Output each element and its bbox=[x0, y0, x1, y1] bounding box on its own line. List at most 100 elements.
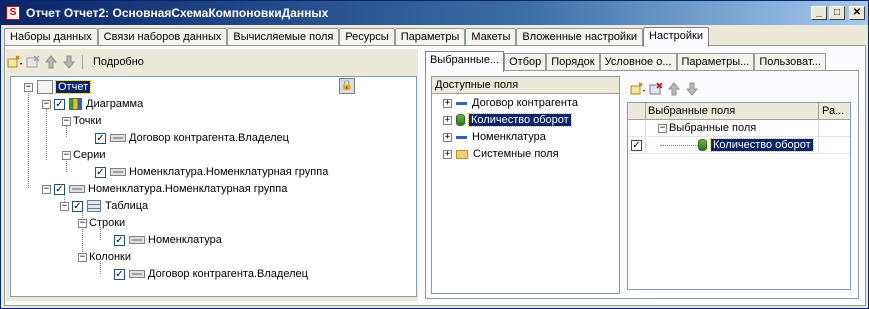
checkbox[interactable]: ✓ bbox=[114, 268, 125, 280]
checkbox[interactable]: ✓ bbox=[54, 98, 65, 110]
tree-node-chart[interactable]: − ✓ Диаграмма bbox=[42, 96, 143, 112]
available-item[interactable]: + Номенклатура bbox=[443, 129, 546, 145]
tree-node-grouping[interactable]: − ✓ Номенклатура.Номенклатурная группа bbox=[42, 181, 287, 197]
tab-parameters[interactable]: Параметры bbox=[394, 28, 466, 46]
report-settings-window: S Отчет Отчет2: ОсновнаяСхемаКомпоновкиД… bbox=[0, 0, 869, 309]
tree-line bbox=[46, 108, 47, 160]
checkbox[interactable]: ✓ bbox=[95, 166, 106, 178]
folder-icon bbox=[456, 149, 468, 159]
toolbar-separator bbox=[82, 55, 83, 69]
expand-toggle[interactable]: + bbox=[443, 149, 452, 159]
item-label: Количество оборот bbox=[468, 113, 572, 127]
tree-node-series[interactable]: − Серии bbox=[62, 147, 105, 163]
expand-toggle[interactable]: + bbox=[443, 98, 452, 108]
tab-settings[interactable]: Настройки bbox=[643, 27, 709, 47]
tree-line bbox=[28, 91, 29, 188]
tree-node-rows-field[interactable]: ✓ Номенклатура bbox=[111, 232, 222, 248]
tab-layouts[interactable]: Макеты bbox=[465, 28, 517, 46]
main-tab-strip: Наборы данных Связи наборов данных Вычис… bbox=[4, 27, 709, 47]
collapse-toggle[interactable]: − bbox=[78, 218, 87, 228]
tree-node-columns-field[interactable]: ✓ Договор контрагента.Владелец bbox=[111, 266, 308, 282]
add-icon[interactable] bbox=[6, 54, 24, 70]
field-icon bbox=[129, 236, 145, 244]
add-icon[interactable] bbox=[629, 81, 647, 97]
tree-node-columns[interactable]: − Колонки bbox=[78, 249, 131, 265]
checkbox[interactable]: ✓ bbox=[114, 234, 125, 246]
grid-field-cell[interactable]: − Выбранные поля bbox=[646, 119, 819, 137]
grid-field-label: Количество оборот bbox=[710, 138, 814, 152]
grid-check-cell[interactable]: ✓ bbox=[628, 136, 646, 154]
structure-toolbar: Подробно bbox=[6, 53, 144, 71]
resource-icon bbox=[698, 139, 707, 151]
tab-resources[interactable]: Ресурсы bbox=[339, 28, 395, 46]
checkbox[interactable]: ✓ bbox=[54, 183, 65, 195]
tab-order[interactable]: Порядок bbox=[546, 53, 600, 71]
tab-user-settings[interactable]: Пользоват... bbox=[754, 53, 826, 71]
detail-toggle[interactable]: Подробно bbox=[93, 56, 144, 68]
structure-tree[interactable]: − Отчет − ✓ Диаграмма − Точки ✓ Договор … bbox=[10, 76, 417, 297]
tab-nested-settings[interactable]: Вложенные настройки bbox=[516, 28, 644, 46]
lock-icon[interactable]: 🔒 bbox=[339, 78, 355, 94]
window-title: Отчет Отчет2: ОсновнаяСхемаКомпоновкиДан… bbox=[26, 6, 329, 20]
checkbox[interactable]: ✓ bbox=[72, 200, 83, 212]
move-up-icon[interactable] bbox=[665, 81, 683, 97]
checkbox[interactable]: ✓ bbox=[631, 139, 642, 151]
tree-label: Колонки bbox=[89, 251, 131, 263]
tree-node-points[interactable]: − Точки bbox=[62, 113, 101, 129]
move-down-icon[interactable] bbox=[683, 81, 701, 97]
tree-node-points-field[interactable]: ✓ Договор контрагента.Владелец bbox=[92, 130, 289, 146]
delete-icon[interactable] bbox=[647, 81, 665, 97]
app-icon[interactable]: S bbox=[6, 6, 20, 20]
collapse-toggle[interactable]: − bbox=[78, 252, 87, 262]
tab-filter[interactable]: Отбор bbox=[504, 53, 547, 71]
grid-layout-cell[interactable] bbox=[819, 137, 850, 154]
move-down-icon[interactable] bbox=[60, 54, 78, 70]
field-dash-icon bbox=[456, 101, 467, 105]
report-icon bbox=[37, 80, 53, 94]
checkbox[interactable]: ✓ bbox=[95, 132, 106, 144]
tree-node-series-field[interactable]: ✓ Номенклатура.Номенклатурная группа bbox=[92, 164, 328, 180]
move-up-icon[interactable] bbox=[42, 54, 60, 70]
table-icon bbox=[87, 200, 101, 212]
tree-node-rows[interactable]: − Строки bbox=[78, 215, 125, 231]
collapse-toggle[interactable]: − bbox=[62, 116, 71, 126]
tree-node-report[interactable]: − Отчет bbox=[24, 79, 92, 95]
grid-header-check bbox=[628, 103, 646, 119]
tree-node-table[interactable]: − ✓ Таблица bbox=[60, 198, 148, 214]
tab-conditional-appearance[interactable]: Условное о... bbox=[599, 53, 677, 71]
collapse-toggle[interactable]: − bbox=[60, 201, 69, 211]
maximize-button[interactable]: □ bbox=[829, 6, 845, 20]
grid-field-cell[interactable]: Количество оборот bbox=[646, 136, 819, 154]
delete-icon[interactable] bbox=[24, 54, 42, 70]
expand-toggle[interactable]: + bbox=[443, 115, 452, 125]
item-label: Договор контрагента bbox=[472, 97, 578, 109]
collapse-toggle[interactable]: − bbox=[62, 150, 71, 160]
collapse-toggle[interactable]: − bbox=[42, 184, 51, 194]
collapse-toggle[interactable]: − bbox=[24, 82, 33, 92]
grid-header-fields[interactable]: Выбранные поля bbox=[646, 103, 819, 119]
expand-toggle[interactable]: + bbox=[443, 132, 452, 142]
tab-calculated-fields[interactable]: Вычисляемые поля bbox=[227, 28, 340, 46]
tab-dataset-links[interactable]: Связи наборов данных bbox=[97, 28, 228, 46]
close-button[interactable]: ✕ bbox=[849, 6, 865, 20]
grid-layout-cell[interactable] bbox=[819, 120, 850, 137]
available-item[interactable]: + Количество оборот bbox=[443, 112, 572, 128]
collapse-toggle[interactable]: − bbox=[658, 123, 667, 133]
collapse-toggle[interactable]: − bbox=[42, 99, 51, 109]
resource-icon bbox=[456, 114, 465, 126]
tab-selected-fields[interactable]: Выбранные... bbox=[425, 51, 505, 72]
minimize-button[interactable]: _ bbox=[811, 6, 827, 20]
tab-output-parameters[interactable]: Параметры... bbox=[676, 53, 755, 71]
available-fields-list[interactable]: Доступные поля + Договор контрагента + К… bbox=[431, 76, 620, 294]
tree-label: Точки bbox=[73, 115, 102, 127]
grid-check-cell bbox=[628, 119, 646, 137]
grid-row-field[interactable]: ✓ Количество оборот bbox=[628, 136, 850, 154]
tree-label: Строки bbox=[89, 217, 126, 229]
grid-header-layout[interactable]: Ра... bbox=[819, 103, 850, 119]
tab-datasets[interactable]: Наборы данных bbox=[4, 28, 98, 46]
available-item[interactable]: + Системные поля bbox=[443, 146, 559, 162]
available-item[interactable]: + Договор контрагента bbox=[443, 95, 578, 111]
selected-fields-grid[interactable]: Выбранные поля Ра... − Выбранные поля ✓ … bbox=[627, 102, 851, 290]
tree-label: Диаграмма bbox=[86, 98, 144, 110]
grid-row-group[interactable]: − Выбранные поля bbox=[628, 119, 850, 137]
